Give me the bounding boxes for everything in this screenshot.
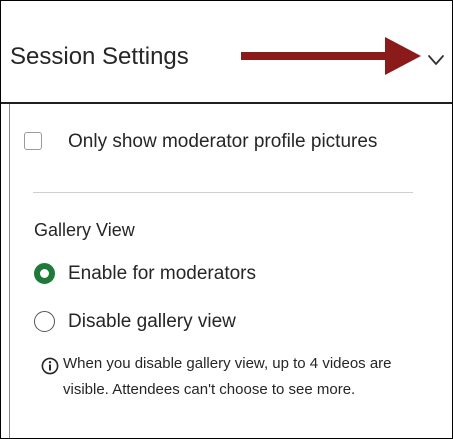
annotation-arrow-icon	[241, 37, 421, 75]
enable-for-moderators-label: Enable for moderators	[68, 263, 256, 284]
gallery-view-title: Gallery View	[34, 220, 135, 240]
section-divider	[33, 192, 413, 193]
enable-for-moderators-radio[interactable]	[34, 263, 55, 284]
gallery-view-info-text: When you disable gallery view, up to 4 v…	[63, 355, 392, 398]
page-title: Session Settings	[10, 43, 189, 70]
disable-gallery-view-radio[interactable]	[34, 311, 55, 332]
disable-gallery-view-label: Disable gallery view	[68, 311, 236, 332]
profile-pictures-checkbox[interactable]	[24, 132, 42, 150]
settings-header: Session Settings	[1, 1, 452, 102]
session-settings-window: Session Settings Only show moderator pro…	[0, 0, 453, 439]
info-icon	[41, 357, 59, 375]
profile-pictures-label: Only show moderator profile pictures	[68, 131, 378, 152]
chevron-down-icon[interactable]	[425, 49, 447, 71]
